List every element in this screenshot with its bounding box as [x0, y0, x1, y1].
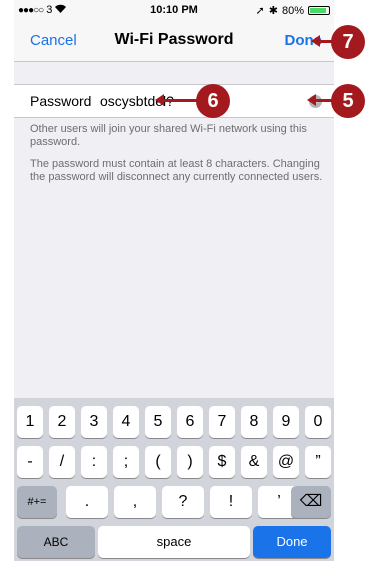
symbols-shift-key[interactable]: #+= — [17, 486, 57, 518]
key-comma[interactable]: , — [114, 486, 156, 518]
password-label: Password — [30, 93, 92, 109]
key-slash[interactable]: / — [49, 446, 75, 478]
key-exclamation[interactable]: ! — [210, 486, 252, 518]
key-6[interactable]: 6 — [177, 406, 203, 438]
key-7[interactable]: 7 — [209, 406, 235, 438]
key-ampersand[interactable]: & — [241, 446, 267, 478]
phone-screen: ●●●○○ 3 10:10 PM ➚ ✱ 80% Cancel Wi-Fi Pa… — [14, 0, 334, 561]
abc-key[interactable]: ABC — [17, 526, 95, 558]
key-open-paren[interactable]: ( — [145, 446, 171, 478]
callout-6-badge: 6 — [196, 84, 230, 118]
password-rules-text: The password must contain at least 8 cha… — [30, 158, 323, 183]
key-period[interactable]: . — [66, 486, 108, 518]
backspace-icon[interactable]: ⌫ — [291, 486, 331, 518]
callout-6-arrow — [155, 94, 198, 106]
status-bar: ●●●○○ 3 10:10 PM ➚ ✱ 80% — [14, 0, 334, 20]
key-hyphen[interactable]: - — [17, 446, 43, 478]
key-3[interactable]: 3 — [81, 406, 107, 438]
battery-icon — [308, 6, 330, 15]
callout-5-badge: 5 — [331, 84, 365, 118]
key-colon[interactable]: : — [81, 446, 107, 478]
key-5[interactable]: 5 — [145, 406, 171, 438]
bluetooth-icon: ✱ — [268, 5, 278, 17]
key-8[interactable]: 8 — [241, 406, 267, 438]
keyboard-done-key[interactable]: Done — [253, 526, 331, 558]
location-icon: ➚ — [255, 5, 265, 17]
callout-7-arrow — [311, 35, 332, 47]
share-info-text: Other users will join your shared Wi-Fi … — [30, 123, 307, 148]
key-at[interactable]: @ — [273, 446, 299, 478]
cancel-button[interactable]: Cancel — [30, 32, 77, 49]
key-close-paren[interactable]: ) — [177, 446, 203, 478]
battery-percentage: 80% — [281, 4, 304, 17]
callout-7-badge: 7 — [331, 25, 365, 59]
keyboard: 1 2 3 4 5 6 7 8 9 0 - / : ; ( ) $ & @ ” … — [14, 398, 334, 561]
key-9[interactable]: 9 — [273, 406, 299, 438]
callout-5-arrow — [307, 94, 332, 106]
key-semicolon[interactable]: ; — [113, 446, 139, 478]
key-2[interactable]: 2 — [49, 406, 75, 438]
key-quote[interactable]: ” — [305, 446, 331, 478]
navigation-bar: Cancel Wi-Fi Password Done — [14, 20, 334, 62]
key-dollar[interactable]: $ — [209, 446, 235, 478]
key-question[interactable]: ? — [162, 486, 204, 518]
key-0[interactable]: 0 — [305, 406, 331, 438]
key-4[interactable]: 4 — [113, 406, 139, 438]
key-1[interactable]: 1 — [17, 406, 43, 438]
space-key[interactable]: space — [98, 526, 250, 558]
